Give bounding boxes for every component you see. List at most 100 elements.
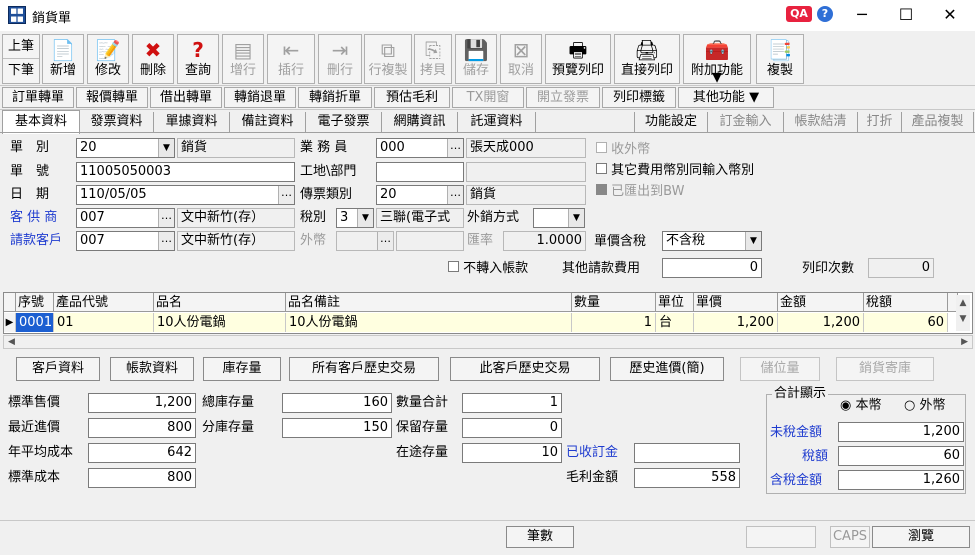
copy-row-button[interactable]: ⧉ 行複製 bbox=[364, 34, 412, 84]
browse-button[interactable]: 瀏覽 bbox=[872, 526, 970, 548]
copy-button[interactable]: 📑 複製 bbox=[756, 34, 804, 84]
qa-button[interactable]: QA bbox=[786, 6, 812, 22]
currency-field[interactable]: … bbox=[336, 231, 394, 251]
export-select[interactable]: ▼ bbox=[533, 208, 585, 228]
col-note-header[interactable]: 品名備註 bbox=[286, 293, 572, 312]
account-info-button[interactable]: 帳款資料 bbox=[110, 357, 194, 381]
delete-row-button[interactable]: ⇥ 刪行 bbox=[318, 34, 362, 84]
loan-convert-button[interactable]: 借出轉單 bbox=[150, 87, 222, 108]
purchase-history-button[interactable]: 歷史進價(簡) bbox=[610, 357, 724, 381]
help-icon[interactable]: ? bbox=[817, 6, 833, 22]
cancel-button[interactable]: ⊠ 取消 bbox=[500, 34, 542, 84]
tab-basic[interactable]: 基本資料 bbox=[2, 110, 80, 134]
tab-online-shop[interactable]: 網購資訊 bbox=[382, 112, 458, 132]
foreign-currency-radio[interactable]: ○ 外幣 bbox=[904, 396, 946, 416]
other-functions-button[interactable]: 其他功能 ▼ bbox=[678, 87, 774, 108]
this-customer-history-button[interactable]: 此客戶歷史交易 bbox=[450, 357, 600, 381]
return-convert-button[interactable]: 轉銷退單 bbox=[224, 87, 296, 108]
voucher-lookup-icon[interactable]: … bbox=[447, 186, 463, 204]
exported-bw-checkbox[interactable]: 已匯出到BW bbox=[596, 182, 684, 202]
col-amount-header[interactable]: 金額 bbox=[778, 293, 864, 312]
all-customer-history-button[interactable]: 所有客戶歷史交易 bbox=[289, 357, 439, 381]
edit-button[interactable]: 📝 修改 bbox=[87, 34, 129, 84]
table-row-name[interactable]: 10人份電鍋 bbox=[154, 313, 286, 332]
extra-functions-button[interactable]: 🧰▾ 附加功能 bbox=[683, 34, 751, 88]
col-tax-header[interactable]: 稅額 bbox=[864, 293, 948, 312]
direct-print-button[interactable]: 🖨 直接列印 bbox=[614, 34, 680, 84]
table-row-amount[interactable]: 1,200 bbox=[778, 313, 864, 332]
new-button[interactable]: 📄 新增 bbox=[42, 34, 84, 84]
tab-notes[interactable]: 備註資料 bbox=[230, 112, 306, 132]
col-unit-header[interactable]: 單位 bbox=[656, 293, 694, 312]
tab-deposit[interactable]: 訂金輸入 bbox=[708, 112, 784, 132]
date-field[interactable]: 110/05/05… bbox=[76, 185, 295, 205]
location-qty-button[interactable]: 儲位量 bbox=[740, 357, 820, 381]
type-select[interactable]: 20 ▼ bbox=[76, 138, 175, 158]
prev-record-button[interactable]: 上筆 bbox=[3, 35, 39, 59]
scroll-right-icon[interactable]: ▶ bbox=[961, 336, 968, 348]
next-record-button[interactable]: 下筆 bbox=[3, 59, 39, 83]
table-row-seq[interactable]: 0001 bbox=[16, 313, 54, 332]
close-icon[interactable]: ✕ bbox=[930, 4, 970, 26]
customer-lookup-icon[interactable]: … bbox=[158, 209, 174, 227]
query-button[interactable]: ? 查詢 bbox=[177, 34, 219, 84]
duplicate-button[interactable]: ⎘ 拷貝 bbox=[414, 34, 452, 84]
site-field[interactable] bbox=[376, 162, 464, 182]
save-button[interactable]: 💾 儲存 bbox=[455, 34, 497, 84]
customer-field[interactable]: 007… bbox=[76, 208, 175, 228]
issue-invoice-button[interactable]: 開立發票 bbox=[526, 87, 600, 108]
col-seq-header[interactable]: 序號 bbox=[16, 293, 54, 312]
maximize-icon[interactable]: ☐ bbox=[886, 4, 926, 26]
tab-invoice[interactable]: 發票資料 bbox=[80, 112, 154, 132]
estimate-profit-button[interactable]: 預估毛利 bbox=[374, 87, 450, 108]
table-row-unit[interactable]: 台 bbox=[656, 313, 694, 332]
tab-product-copy[interactable]: 產品複製 bbox=[902, 112, 974, 132]
consignment-button[interactable]: 銷貨寄庫 bbox=[836, 357, 934, 381]
tab-shipping[interactable]: 託運資料 bbox=[458, 112, 536, 132]
tab-document[interactable]: 單據資料 bbox=[154, 112, 230, 132]
bill-customer-field[interactable]: 007… bbox=[76, 231, 175, 251]
other-fee-field[interactable]: 0 bbox=[662, 258, 762, 278]
insert-row-button[interactable]: ⇤ 插行 bbox=[267, 34, 315, 84]
table-row-code[interactable]: 01 bbox=[54, 313, 154, 332]
tx-window-button[interactable]: TX開窗 bbox=[452, 87, 524, 108]
add-row-button[interactable]: ▤ 增行 bbox=[222, 34, 264, 84]
sales-field[interactable]: 000… bbox=[376, 138, 464, 158]
order-convert-button[interactable]: 訂單轉單 bbox=[2, 87, 74, 108]
col-name-header[interactable]: 品名 bbox=[154, 293, 286, 312]
print-preview-button[interactable]: 🖶 預覽列印 bbox=[545, 34, 611, 84]
discount-convert-button[interactable]: 轉銷折單 bbox=[298, 87, 372, 108]
grid-hscrollbar[interactable]: ◀ ▶ bbox=[3, 335, 973, 349]
quote-convert-button[interactable]: 報價轉單 bbox=[76, 87, 148, 108]
delete-button[interactable]: ✖ 刪除 bbox=[132, 34, 174, 84]
table-row-qty[interactable]: 1 bbox=[572, 313, 656, 332]
price-tax-select[interactable]: 不含稅 ▼ bbox=[662, 231, 762, 251]
print-label-button[interactable]: 列印標籤 bbox=[602, 87, 676, 108]
table-row-tax[interactable]: 60 bbox=[864, 313, 948, 332]
minimize-icon[interactable]: ─ bbox=[842, 4, 882, 26]
tab-settle[interactable]: 帳款結清 bbox=[784, 112, 858, 132]
tab-discount[interactable]: 打折 bbox=[858, 112, 902, 132]
tab-function-settings[interactable]: 功能設定 bbox=[634, 112, 708, 132]
record-count-button[interactable]: 筆數 bbox=[506, 526, 574, 548]
other-fee-currency-checkbox[interactable]: 其它費用幣別同輸入幣別 bbox=[596, 161, 754, 181]
doc-no-field[interactable]: 11005050003 bbox=[76, 162, 295, 182]
col-price-header[interactable]: 單價 bbox=[694, 293, 778, 312]
foreign-currency-checkbox[interactable]: 收外幣 bbox=[596, 140, 650, 160]
tax-type-select[interactable]: 3 ▼ bbox=[336, 208, 374, 228]
table-row-note[interactable]: 10人份電鍋 bbox=[286, 313, 572, 332]
date-picker-icon[interactable]: … bbox=[278, 186, 294, 204]
customer-info-button[interactable]: 客戶資料 bbox=[16, 357, 100, 381]
col-qty-header[interactable]: 數量 bbox=[572, 293, 656, 312]
table-row-price[interactable]: 1,200 bbox=[694, 313, 778, 332]
voucher-field[interactable]: 20… bbox=[376, 185, 464, 205]
col-code-header[interactable]: 產品代號 bbox=[54, 293, 154, 312]
no-transfer-checkbox[interactable]: 不轉入帳款 bbox=[448, 259, 528, 279]
grid-vscrollbar[interactable]: ▲ ▼ bbox=[956, 295, 970, 331]
sales-lookup-icon[interactable]: … bbox=[447, 139, 463, 157]
tab-einvoice[interactable]: 電子發票 bbox=[306, 112, 382, 132]
stock-button[interactable]: 庫存量 bbox=[203, 357, 281, 381]
local-currency-radio[interactable]: ◉ 本幣 bbox=[840, 396, 882, 416]
bill-customer-lookup-icon[interactable]: … bbox=[158, 232, 174, 250]
scroll-left-icon[interactable]: ◀ bbox=[8, 336, 15, 348]
